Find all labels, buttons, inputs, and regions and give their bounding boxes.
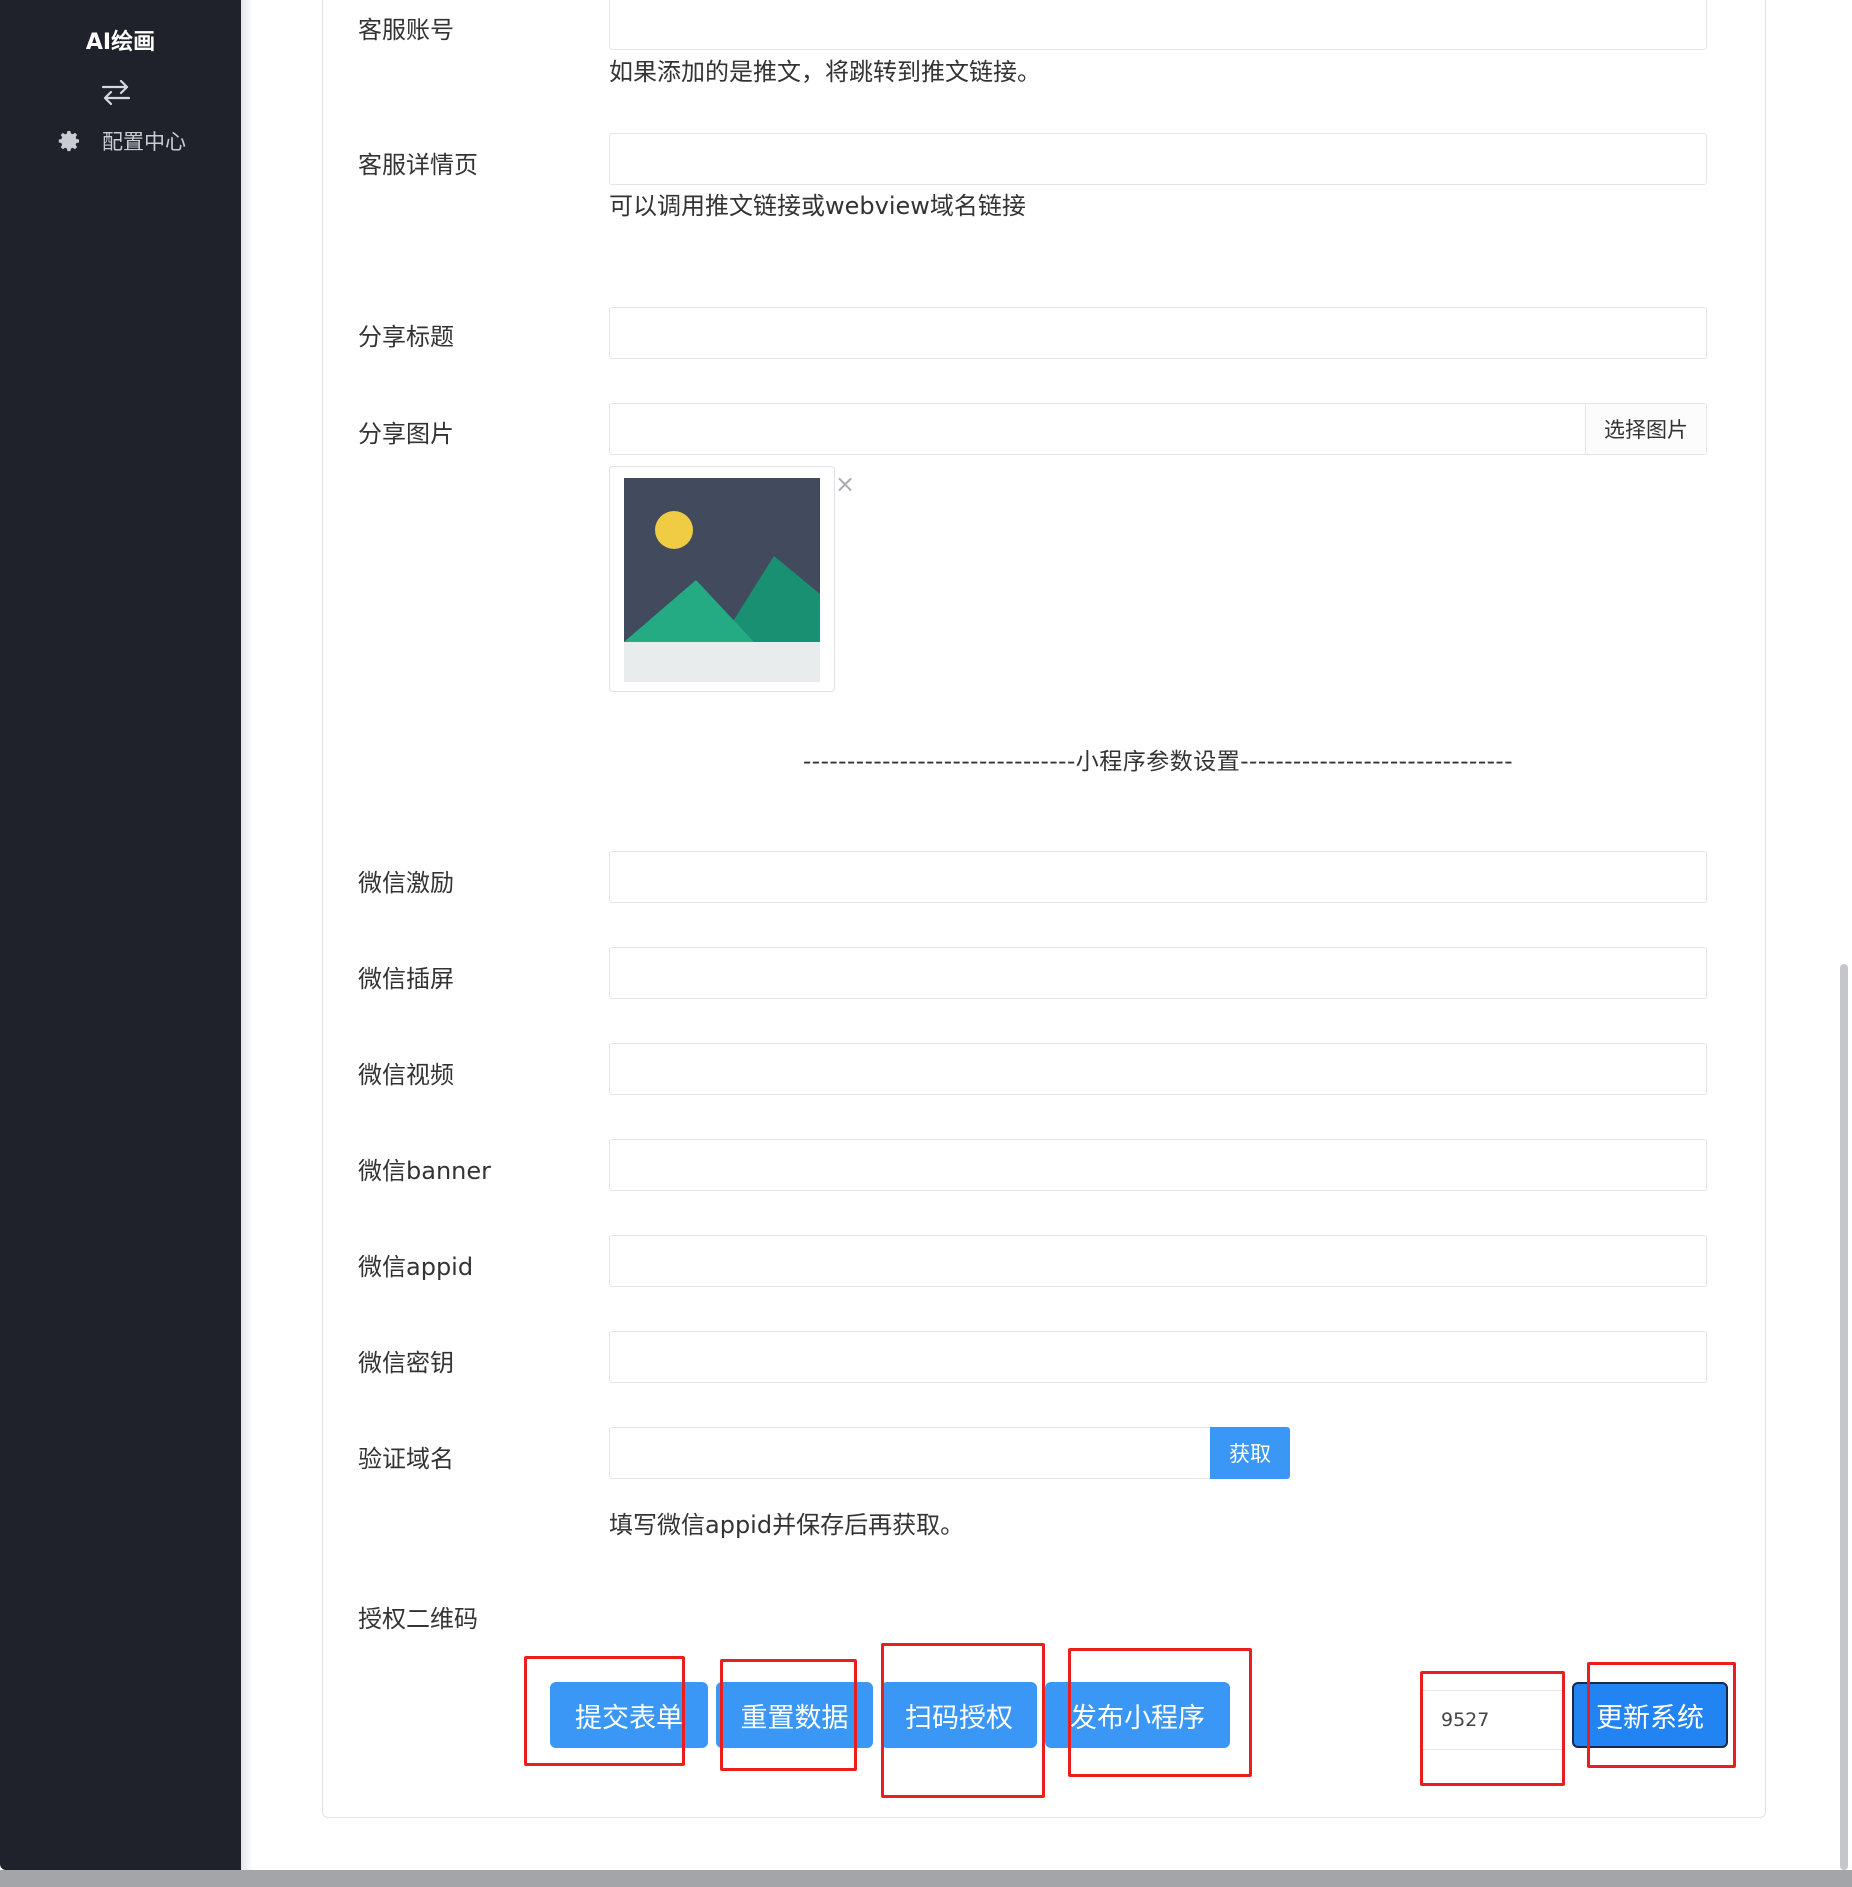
gear-icon <box>58 131 79 152</box>
sidebar-item-label: 配置中心 <box>102 130 186 154</box>
service-detail-label: 客服详情页 <box>358 151 478 179</box>
highlight-box-submit <box>524 1656 685 1766</box>
brand-title: AI绘画 <box>85 30 156 55</box>
wx-banner-input[interactable] <box>609 1139 1707 1191</box>
service-account-label: 客服账号 <box>358 16 454 44</box>
wx-secret-label: 微信密钥 <box>358 1349 454 1377</box>
share-image-input-group: 选择图片 <box>609 403 1707 455</box>
sidebar-item-config-center[interactable]: 配置中心 <box>58 126 186 156</box>
verify-domain-label: 验证域名 <box>358 1445 454 1473</box>
service-detail-input[interactable] <box>609 133 1707 185</box>
fetch-domain-button[interactable]: 获取 <box>1210 1427 1290 1479</box>
highlight-box-reset <box>720 1659 857 1771</box>
wx-video-label: 微信视频 <box>358 1061 454 1089</box>
share-image-thumbnail[interactable] <box>609 466 835 692</box>
wx-interstitial-input[interactable] <box>609 947 1707 999</box>
wx-appid-label: 微信appid <box>358 1253 474 1281</box>
section-divider: -------------------------------小程序参数设置--… <box>802 749 1514 775</box>
highlight-box-publish <box>1068 1648 1252 1777</box>
wx-incentive-input[interactable] <box>609 851 1707 903</box>
wx-secret-input[interactable] <box>609 1331 1707 1383</box>
wx-appid-input[interactable] <box>609 1235 1707 1287</box>
config-form-card <box>322 0 1766 1818</box>
service-account-input[interactable] <box>609 0 1707 50</box>
wx-incentive-label: 微信激励 <box>358 869 454 897</box>
wx-banner-label: 微信banner <box>358 1157 491 1185</box>
remove-image-icon[interactable]: × <box>835 472 855 496</box>
window-bottom-bar <box>0 1870 1852 1887</box>
share-title-input[interactable] <box>609 307 1707 359</box>
wx-interstitial-label: 微信插屏 <box>358 965 454 993</box>
service-account-help: 如果添加的是推文，将跳转到推文链接。 <box>609 58 1041 86</box>
auth-qrcode-label: 授权二维码 <box>358 1605 478 1633</box>
service-detail-help: 可以调用推文链接或webview域名链接 <box>609 192 1026 220</box>
highlight-box-update <box>1587 1662 1736 1768</box>
wx-video-input[interactable] <box>609 1043 1707 1095</box>
share-image-input[interactable] <box>610 404 1585 454</box>
select-image-button[interactable]: 选择图片 <box>1585 404 1706 454</box>
image-placeholder-icon <box>624 478 820 682</box>
share-title-label: 分享标题 <box>358 323 454 351</box>
swap-arrows-icon[interactable] <box>100 78 132 106</box>
sidebar: AI绘画 配置中心 <box>0 0 241 1870</box>
verify-domain-input[interactable] <box>609 1427 1213 1479</box>
verify-domain-help: 填写微信appid并保存后再获取。 <box>609 1511 965 1539</box>
highlight-box-version <box>1420 1671 1565 1786</box>
share-image-label: 分享图片 <box>358 420 454 448</box>
highlight-box-scan <box>881 1643 1045 1798</box>
sidebar-shadow <box>241 0 253 1870</box>
vertical-scrollbar[interactable] <box>1840 964 1848 1870</box>
